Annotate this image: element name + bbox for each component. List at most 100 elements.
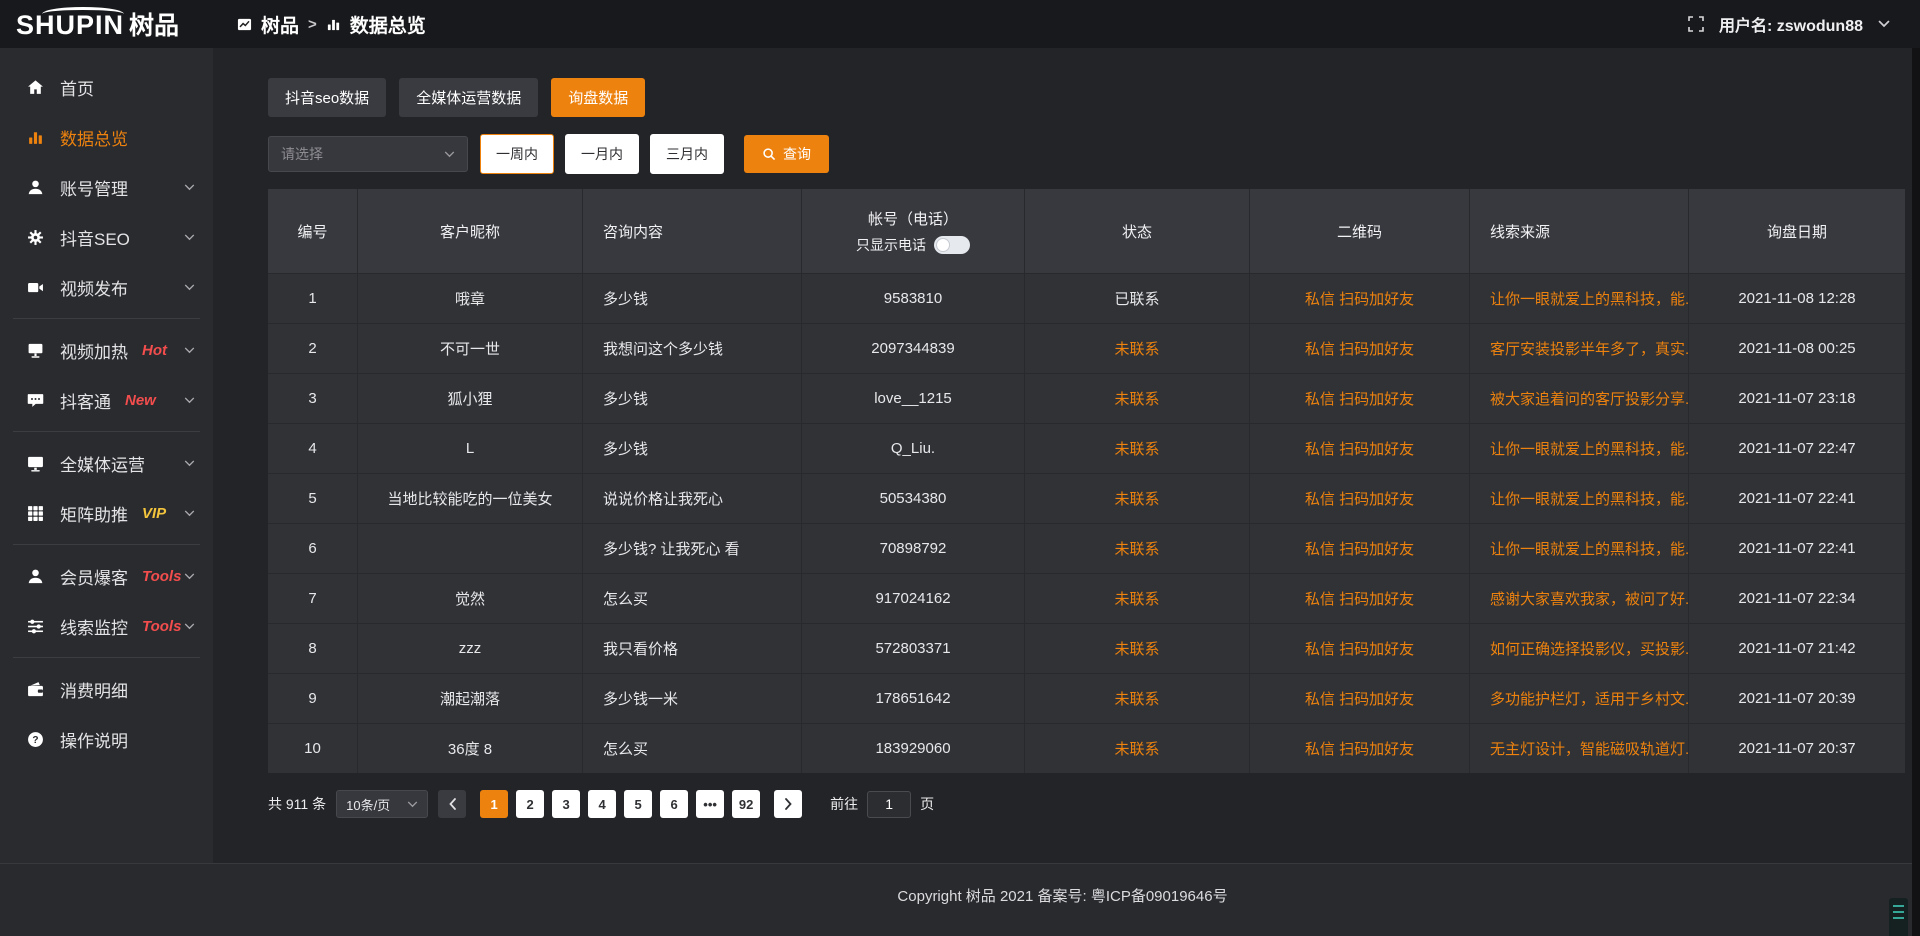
qr-links[interactable]: 私信 扫码加好友 <box>1250 424 1470 473</box>
cell-nickname <box>358 524 583 573</box>
pagination: 共 911 条 10条/页 123456•••92 前往 页 <box>268 790 1912 818</box>
prev-page-button[interactable] <box>438 790 466 818</box>
qr-links[interactable]: 私信 扫码加好友 <box>1250 724 1470 773</box>
source-link[interactable]: 无主灯设计，智能磁吸轨道灯... <box>1470 724 1689 773</box>
qr-links[interactable]: 私信 扫码加好友 <box>1250 474 1470 523</box>
source-link[interactable]: 如何正确选择投影仪，买投影... <box>1470 624 1689 673</box>
period-button-2[interactable]: 三月内 <box>650 134 724 174</box>
sidebar-item-clue[interactable]: 线索监控Tools <box>0 601 213 651</box>
status-text: 未联系 <box>1025 524 1250 573</box>
cell-content: 多少钱一米 <box>583 674 802 723</box>
breadcrumb: 树品 > 数据总览 <box>237 11 426 38</box>
scrollbar[interactable] <box>1912 0 1920 936</box>
chevron-down-icon <box>184 510 195 517</box>
column-header-account-title: 帐号（电话） <box>868 208 958 229</box>
sidebar-item-label: 抖客通 <box>60 388 111 413</box>
table-row: 6多少钱? 让我死心 看70898792未联系私信 扫码加好友让你一眼就爱上的黑… <box>268 523 1905 573</box>
page-button-5[interactable]: 5 <box>624 790 652 818</box>
period-button-1[interactable]: 一月内 <box>565 134 639 174</box>
source-link[interactable]: 被大家追着问的客厅投影分享... <box>1470 374 1689 423</box>
cell-no: 9 <box>268 674 358 723</box>
sidebar-item-overview[interactable]: 数据总览 <box>0 112 213 162</box>
cell-account: 2097344839 <box>802 324 1025 373</box>
cell-nickname: 36度 8 <box>358 724 583 773</box>
sidebar-item-member[interactable]: 会员爆客Tools <box>0 551 213 601</box>
tab-inquiry-data[interactable]: 询盘数据 <box>551 78 645 117</box>
phone-only-toggle[interactable] <box>934 236 970 254</box>
table-row: 1哦章多少钱9583810已联系私信 扫码加好友让你一眼就爱上的黑科技，能...… <box>268 273 1905 323</box>
source-link[interactable]: 让你一眼就爱上的黑科技，能... <box>1470 274 1689 323</box>
goto-page-input[interactable] <box>867 791 911 818</box>
breadcrumb-home[interactable]: 树品 <box>261 11 299 38</box>
cell-content: 怎么买 <box>583 724 802 773</box>
next-page-button[interactable] <box>774 790 802 818</box>
qr-links[interactable]: 私信 扫码加好友 <box>1250 624 1470 673</box>
sidebar-item-publish[interactable]: 视频发布 <box>0 262 213 312</box>
sidebar-item-account[interactable]: 账号管理 <box>0 162 213 212</box>
chevron-down-icon <box>184 460 195 467</box>
source-link[interactable]: 让你一眼就爱上的黑科技，能... <box>1470 474 1689 523</box>
sidebar-item-consume[interactable]: 消费明细 <box>0 664 213 714</box>
qr-links[interactable]: 私信 扫码加好友 <box>1250 374 1470 423</box>
table-row: 7觉然怎么买917024162未联系私信 扫码加好友感谢大家喜欢我家，被问了好.… <box>268 573 1905 623</box>
sidebar-item-matrix[interactable]: 矩阵助推VIP <box>0 488 213 538</box>
query-button[interactable]: 查询 <box>744 135 829 173</box>
fullscreen-icon[interactable] <box>1688 16 1704 32</box>
cell-account: 70898792 <box>802 524 1025 573</box>
chat-widget[interactable] <box>1889 898 1908 936</box>
sidebar-item-home[interactable]: 首页 <box>0 62 213 112</box>
sidebar-item-douyin-seo[interactable]: 抖音SEO <box>0 212 213 262</box>
column-header-nickname: 客户昵称 <box>358 189 583 273</box>
sidebar-item-heat[interactable]: 视频加热Hot <box>0 325 213 375</box>
page-button-2[interactable]: 2 <box>516 790 544 818</box>
cell-content: 多少钱 <box>583 374 802 423</box>
breadcrumb-separator: > <box>308 16 317 33</box>
chevron-down-icon[interactable] <box>1878 20 1890 28</box>
screen-icon <box>27 342 45 359</box>
source-link[interactable]: 让你一眼就爱上的黑科技，能... <box>1470 524 1689 573</box>
sidebar-divider <box>13 318 200 319</box>
qr-links[interactable]: 私信 扫码加好友 <box>1250 324 1470 373</box>
page-button-92[interactable]: 92 <box>732 790 760 818</box>
table-row: 9潮起潮落多少钱一米178651642未联系私信 扫码加好友多功能护栏灯，适用于… <box>268 673 1905 723</box>
source-link[interactable]: 多功能护栏灯，适用于乡村文... <box>1470 674 1689 723</box>
sidebar-item-douketong[interactable]: 抖客通New <box>0 375 213 425</box>
cell-nickname: 当地比较能吃的一位美女 <box>358 474 583 523</box>
qr-links[interactable]: 私信 扫码加好友 <box>1250 574 1470 623</box>
source-link[interactable]: 感谢大家喜欢我家，被问了好... <box>1470 574 1689 623</box>
cell-no: 1 <box>268 274 358 323</box>
username[interactable]: 用户名: zswodun88 <box>1719 12 1863 36</box>
qr-links[interactable]: 私信 扫码加好友 <box>1250 274 1470 323</box>
tab-seo-data[interactable]: 抖音seo数据 <box>268 78 386 117</box>
source-link[interactable]: 客厅安装投影半年多了，真实... <box>1470 324 1689 373</box>
page-size-select[interactable]: 10条/页 <box>336 790 428 818</box>
cell-date: 2021-11-07 22:47 <box>1689 424 1905 473</box>
app-logo: SHUPIN 树品 <box>0 6 213 42</box>
qr-links[interactable]: 私信 扫码加好友 <box>1250 524 1470 573</box>
badge-hot: Hot <box>142 342 167 359</box>
goto-label: 前往 <box>830 794 858 814</box>
sidebar-item-help[interactable]: ?操作说明 <box>0 714 213 764</box>
status-text: 已联系 <box>1025 274 1250 323</box>
tab-media-data[interactable]: 全媒体运营数据 <box>399 78 538 117</box>
page-ellipsis-button[interactable]: ••• <box>696 790 724 818</box>
sidebar-item-media[interactable]: 全媒体运营 <box>0 438 213 488</box>
sidebar-item-label: 矩阵助推 <box>60 501 128 526</box>
cell-nickname: 不可一世 <box>358 324 583 373</box>
source-link[interactable]: 让你一眼就爱上的黑科技，能... <box>1470 424 1689 473</box>
qr-links[interactable]: 私信 扫码加好友 <box>1250 674 1470 723</box>
filter-select[interactable]: 请选择 <box>268 136 468 172</box>
status-text: 未联系 <box>1025 474 1250 523</box>
table-row: 4L多少钱Q_Liu.未联系私信 扫码加好友让你一眼就爱上的黑科技，能...20… <box>268 423 1905 473</box>
page-button-1[interactable]: 1 <box>480 790 508 818</box>
logo-arc <box>42 7 124 21</box>
page-button-4[interactable]: 4 <box>588 790 616 818</box>
table-row: 2不可一世我想问这个多少钱2097344839未联系私信 扫码加好友客厅安装投影… <box>268 323 1905 373</box>
chevron-down-icon <box>184 184 195 191</box>
cell-nickname: 潮起潮落 <box>358 674 583 723</box>
page-button-6[interactable]: 6 <box>660 790 688 818</box>
period-button-0[interactable]: 一周内 <box>480 134 554 174</box>
page-button-3[interactable]: 3 <box>552 790 580 818</box>
monitor-icon <box>27 455 45 472</box>
cell-nickname: 哦章 <box>358 274 583 323</box>
